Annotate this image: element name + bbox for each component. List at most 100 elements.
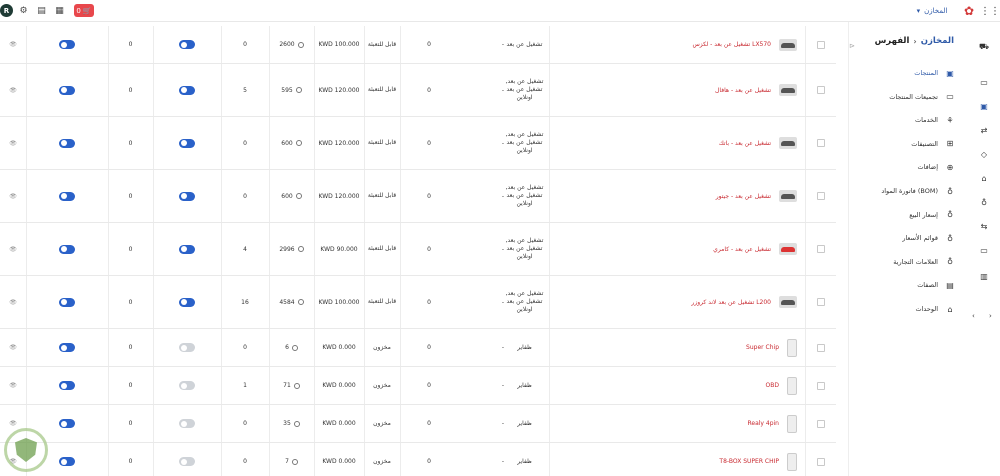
row-checkbox[interactable]: [816, 192, 825, 200]
product-name-link[interactable]: OBD: [766, 382, 779, 389]
cart-button[interactable]: 0 🛒: [74, 4, 94, 17]
row-select-cell: [805, 443, 836, 476]
active-toggle[interactable]: [179, 85, 195, 95]
sidebar-item-label: العلامات التجارية: [893, 257, 938, 266]
qr-icon[interactable]: ▦: [54, 4, 65, 18]
active-toggle[interactable]: [179, 244, 195, 254]
table-row[interactable]: 👁 0 16 4584 KWD 100.000 قابل للتعبئة 0- تشغيل ع…: [0, 276, 836, 329]
eye-icon[interactable]: 👁: [9, 193, 17, 200]
catalog-icon[interactable]: ▣: [978, 102, 990, 111]
eye-icon[interactable]: 👁: [9, 140, 17, 147]
product-name-link[interactable]: تشغيل عن بعد - كامري: [713, 246, 771, 253]
chart-icon[interactable]: ▥: [978, 272, 990, 281]
visibility-toggle-cell: [26, 117, 108, 169]
truck-icon[interactable]: ⛟: [978, 42, 990, 52]
store-icon[interactable]: ⌂: [978, 174, 990, 183]
active-toggle[interactable]: [179, 419, 195, 428]
product-name-link[interactable]: تشغيل عن بعد - هافال: [715, 87, 771, 94]
product-name-link[interactable]: T8-BOX SUPER CHIP: [719, 458, 779, 465]
clock-icon: [295, 87, 302, 93]
table-row[interactable]: 👁 0 0 600 KWD 120.000 قابل للتعبئة 0- تشغيل عن …: [0, 170, 836, 223]
sidebar-item[interactable]: الوحدات ⌂: [916, 302, 957, 316]
stock-cell: 35: [269, 405, 314, 442]
product-name-cell: Super Chip: [549, 329, 805, 366]
row-checkbox[interactable]: [816, 245, 825, 253]
collapse-sidebar-icon[interactable]: ⊳: [849, 42, 855, 50]
visibility-toggle[interactable]: [59, 85, 75, 95]
active-toggle[interactable]: [179, 297, 195, 307]
receipt-icon[interactable]: ▤: [36, 4, 47, 18]
sidebar-item[interactable]: المنتجات ▣: [914, 66, 956, 80]
table-row[interactable]: 👁 0 0 7 KWD 0.000 مخزون 0- ظفاير T8-BOX SUPER CH…: [0, 443, 836, 476]
eye-icon[interactable]: 👁: [9, 87, 17, 94]
store-select[interactable]: ▾ المخازن: [908, 4, 956, 18]
breadcrumb-root[interactable]: المخازن: [921, 36, 954, 46]
visibility-toggle[interactable]: [59, 138, 75, 148]
sidebar-item[interactable]: تجميعات المنتجات ▭: [889, 90, 956, 104]
eye-icon[interactable]: 👁: [9, 41, 17, 48]
product-name-link[interactable]: تشغيل عن بعد - جيتور: [716, 193, 771, 200]
active-toggle[interactable]: [179, 138, 195, 148]
sidebar-item[interactable]: العلامات التجارية ♁: [893, 255, 956, 269]
visibility-toggle[interactable]: [59, 419, 75, 428]
active-toggle[interactable]: [179, 343, 195, 352]
product-name-link[interactable]: Realy 4pin: [748, 420, 780, 427]
table-row[interactable]: 👁 0 0 2600 KWD 100.000 قابل للتعبئة 0- تشغيل عن…: [0, 26, 836, 64]
row-checkbox[interactable]: [816, 381, 825, 390]
eye-icon[interactable]: 👁: [9, 246, 17, 253]
active-toggle[interactable]: [179, 191, 195, 201]
row-checkbox[interactable]: [816, 86, 825, 94]
visibility-toggle[interactable]: [59, 244, 75, 254]
eye-icon[interactable]: 👁: [9, 382, 17, 389]
eye-icon[interactable]: 👁: [9, 299, 17, 306]
row-checkbox[interactable]: [816, 40, 825, 49]
row-checkbox[interactable]: [816, 298, 825, 306]
flow-icon[interactable]: ♁: [978, 198, 990, 207]
active-toggle[interactable]: [179, 40, 195, 49]
sidebar-item[interactable]: الصفات ▤: [917, 278, 956, 292]
transfer-icon[interactable]: ⇄: [978, 126, 990, 135]
table-row[interactable]: 👁 0 1 71 KWD 0.000 مخزون 0- ظفاير OBD: [0, 367, 836, 405]
table-row[interactable]: 👁 0 5 595 KWD 120.000 قابل للتعبئة 0- تشغيل عن …: [0, 64, 836, 117]
product-name-link[interactable]: Super Chip: [746, 344, 779, 351]
visibility-toggle[interactable]: [59, 381, 75, 390]
rail-scroll-arrows-icon[interactable]: ‹ ›: [972, 312, 998, 320]
row-checkbox[interactable]: [816, 139, 825, 147]
table-row[interactable]: 👁 0 0 35 KWD 0.000 مخزون 0- ظفاير Realy 4pin: [0, 405, 836, 443]
exchange-icon[interactable]: ⇆: [978, 222, 990, 231]
row-checkbox[interactable]: [816, 343, 825, 352]
pos-icon[interactable]: ▭: [978, 78, 990, 87]
sidebar-item[interactable]: الخدمات ⚘: [915, 113, 956, 127]
row-checkbox[interactable]: [816, 457, 825, 466]
settings-icon[interactable]: ⚙: [18, 4, 29, 18]
brand-logo[interactable]: ✿: [962, 4, 976, 18]
product-name-link[interactable]: تشغيل عن بعد - لكزس LX570: [692, 41, 771, 48]
sidebar-item[interactable]: إضافات ⊕: [917, 160, 956, 174]
sidebar-item[interactable]: قوائم الأسعار ♁: [902, 231, 956, 245]
visibility-toggle[interactable]: [59, 40, 75, 49]
user-avatar[interactable]: R: [0, 4, 13, 17]
visibility-toggle[interactable]: [59, 343, 75, 352]
card-icon[interactable]: ▭: [978, 246, 990, 255]
sidebar-item[interactable]: فاتورة المواد (BOM) ♁: [881, 184, 956, 198]
table-row[interactable]: 👁 0 0 600 KWD 120.000 قابل للتعبئة 0- تشغيل عن …: [0, 117, 836, 170]
table-row[interactable]: 👁 0 4 2996 KWD 90.000 قابل للتعبئة 0- تشغيل عن …: [0, 223, 836, 276]
sidebar-item[interactable]: إسعار البيع ♁: [909, 208, 956, 222]
stock-number: 600: [281, 192, 293, 200]
row-checkbox[interactable]: [816, 419, 825, 428]
tracking-cell: مخزون: [373, 343, 391, 351]
apps-grid-icon[interactable]: ⋮⋮: [980, 4, 1000, 18]
active-toggle[interactable]: [179, 457, 195, 466]
product-name-link[interactable]: تشغيل عن بعد لاند كروزر L200: [691, 299, 771, 306]
table-row[interactable]: 👁 0 0 6 KWD 0.000 مخزون 0- ظفاير Super Chip: [0, 329, 836, 367]
visibility-toggle[interactable]: [59, 457, 75, 466]
product-name-cell: تشغيل عن بعد - باتك: [549, 117, 805, 169]
tag-icon[interactable]: ◇: [978, 150, 990, 159]
product-name-link[interactable]: تشغيل عن بعد - باتك: [719, 140, 771, 147]
eye-icon[interactable]: 👁: [9, 344, 17, 351]
eye-icon[interactable]: 👁: [9, 420, 17, 427]
visibility-toggle[interactable]: [59, 191, 75, 201]
active-toggle[interactable]: [179, 381, 195, 390]
sidebar-item[interactable]: التصنيفات ⊞: [911, 137, 956, 151]
visibility-toggle[interactable]: [59, 297, 75, 307]
